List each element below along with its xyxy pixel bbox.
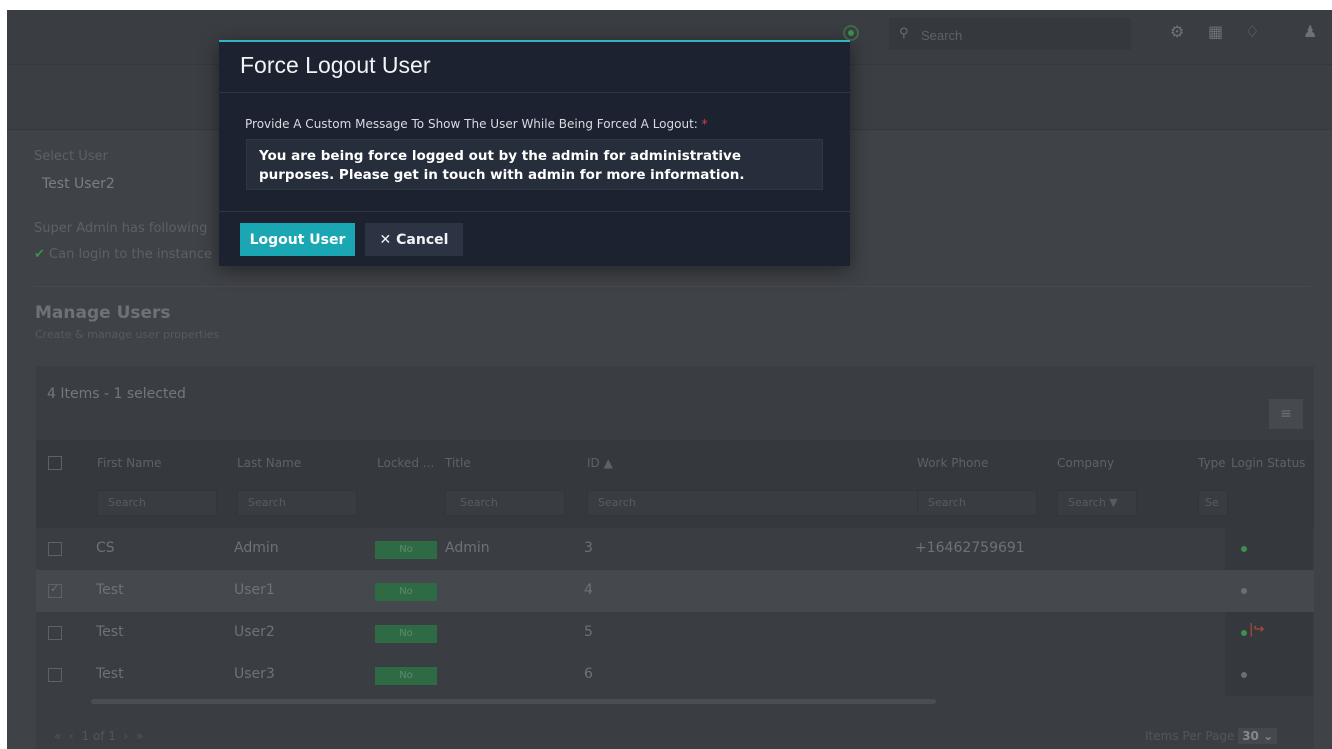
locked-badge: No — [375, 625, 437, 643]
modal-header: Force Logout User — [219, 42, 850, 93]
select-all-checkbox[interactable] — [48, 456, 62, 470]
gear-icon[interactable]: ⚙ — [1170, 22, 1184, 41]
column-header-login-status[interactable]: Login Status — [1231, 456, 1305, 470]
column-header-locked[interactable]: Locked ... — [377, 456, 434, 470]
table-row[interactable]: Test User2 No 5 |↪ — [36, 612, 1314, 654]
status-offline-dot — [1241, 672, 1247, 678]
section-divider — [34, 286, 1310, 287]
cell-last-name: User2 — [234, 624, 275, 640]
first-name-search[interactable]: Search — [97, 490, 217, 516]
column-header-type[interactable]: Type — [1198, 456, 1226, 470]
cell-id: 3 — [584, 540, 593, 556]
cell-first-name: Test — [96, 666, 124, 682]
cell-id: 4 — [584, 582, 593, 598]
items-per-page-label: Items Per Page — [1145, 729, 1235, 743]
required-marker: * — [701, 117, 708, 131]
column-header-last-name[interactable]: Last Name — [237, 456, 301, 470]
table-row[interactable]: ✓ Test User1 No 4 — [36, 570, 1314, 612]
row-checkbox[interactable] — [48, 542, 62, 556]
grid-header: First Name Last Name Locked ... Title ID… — [36, 440, 1314, 528]
force-logout-icon[interactable]: |↪ — [1249, 622, 1264, 637]
global-search-input[interactable] — [919, 25, 1123, 45]
first-page-icon[interactable]: « — [54, 729, 61, 743]
column-header-title[interactable]: Title — [445, 456, 471, 470]
prev-page-icon[interactable]: ‹ — [69, 729, 74, 743]
chevron-down-icon: ▼ — [1109, 496, 1118, 509]
status-offline-dot — [1241, 588, 1247, 594]
menu-icon: ≡ — [1280, 406, 1292, 422]
force-logout-modal: Force Logout User Provide A Custom Messa… — [219, 40, 850, 266]
cell-work-phone: +16462759691 — [915, 540, 1025, 556]
cell-last-name: User3 — [234, 666, 275, 682]
hierarchy-icon[interactable]: ▦ — [1208, 22, 1223, 41]
locked-badge: No — [375, 541, 437, 559]
cell-title: Admin — [445, 540, 490, 556]
locked-badge: No — [375, 667, 437, 685]
bell-icon[interactable]: ♢ — [1245, 22, 1259, 41]
status-online-dot — [1241, 630, 1247, 636]
close-icon: ✕ — [379, 231, 392, 248]
company-search-label: Search — [1068, 496, 1106, 509]
row-checkbox-checked[interactable]: ✓ — [48, 582, 62, 598]
page-indicator: 1 of 1 — [81, 729, 116, 743]
grid-item-count: 4 Items - 1 selected — [47, 386, 186, 402]
cell-id: 6 — [584, 666, 593, 682]
users-grid: 4 Items - 1 selected ≡ First Name Last N… — [36, 366, 1314, 749]
modal-footer: Logout User ✕ Cancel — [219, 211, 850, 267]
pagination: « ‹ 1 of 1 › » — [54, 729, 143, 743]
column-header-first-name[interactable]: First Name — [97, 456, 161, 470]
user-icon[interactable]: ♟ — [1303, 22, 1317, 41]
cell-last-name: User1 — [234, 582, 275, 598]
modal-title: Force Logout User — [240, 52, 431, 78]
last-name-search[interactable]: Search — [237, 490, 357, 516]
column-menu-button[interactable]: ≡ — [1269, 399, 1303, 429]
logout-user-button[interactable]: Logout User — [240, 223, 355, 256]
permission-text: Can login to the instance — [49, 247, 212, 262]
cell-first-name: Test — [96, 582, 124, 598]
cell-last-name: Admin — [234, 540, 279, 556]
column-header-company[interactable]: Company — [1057, 456, 1114, 470]
message-label: Provide A Custom Message To Show The Use… — [245, 117, 708, 131]
select-user-label: Select User — [34, 149, 108, 164]
items-per-page-value: 30 — [1242, 729, 1259, 743]
search-icon: ⚲ — [899, 26, 909, 41]
company-search-select[interactable]: Search ▼ — [1057, 490, 1137, 516]
items-per-page: Items Per Page 30 ⌄ — [1145, 728, 1278, 744]
sort-asc-icon: ▲ — [603, 456, 613, 470]
cancel-label: Cancel — [396, 231, 449, 248]
row-checkbox[interactable] — [48, 668, 62, 682]
column-header-work-phone[interactable]: Work Phone — [917, 456, 988, 470]
row-checkbox[interactable] — [48, 626, 62, 640]
column-header-id[interactable]: ID ▲ — [587, 456, 613, 470]
type-search[interactable]: Se — [1198, 490, 1228, 516]
title-search[interactable]: Search — [445, 490, 565, 516]
select-user-dropdown[interactable]: Test User2 — [42, 176, 115, 192]
cell-first-name: CS — [96, 540, 115, 556]
global-search[interactable]: ⚲ — [889, 18, 1131, 50]
status-online-dot — [1241, 546, 1247, 552]
permission-item: ✔ Can login to the instance — [34, 247, 212, 262]
work-phone-search[interactable]: Search — [917, 490, 1037, 516]
id-search[interactable]: Search — [587, 490, 927, 516]
super-admin-text: Super Admin has following — [34, 221, 208, 236]
items-per-page-select[interactable]: 30 ⌄ — [1238, 728, 1278, 744]
custom-message-textarea[interactable]: You are being force logged out by the ad… — [246, 139, 823, 190]
cancel-button[interactable]: ✕ Cancel — [365, 223, 463, 256]
next-page-icon[interactable]: › — [124, 729, 129, 743]
table-row[interactable]: CS Admin No Admin 3 +16462759691 — [36, 528, 1314, 570]
last-page-icon[interactable]: » — [136, 729, 143, 743]
message-label-text: Provide A Custom Message To Show The Use… — [245, 117, 698, 131]
check-icon: ✓ — [50, 582, 60, 595]
check-circle-icon: ✔ — [34, 247, 45, 262]
cell-id: 5 — [584, 624, 593, 640]
chevron-down-icon: ⌄ — [1263, 729, 1274, 743]
status-online-icon — [843, 25, 859, 41]
table-row[interactable]: Test User3 No 6 — [36, 654, 1314, 696]
manage-users-title: Manage Users — [35, 303, 171, 323]
locked-badge: No — [375, 583, 437, 601]
horizontal-scrollbar[interactable] — [91, 699, 936, 704]
manage-users-subtitle: Create & manage user properties — [35, 328, 220, 341]
id-header-label: ID — [587, 456, 600, 470]
cell-first-name: Test — [96, 624, 124, 640]
